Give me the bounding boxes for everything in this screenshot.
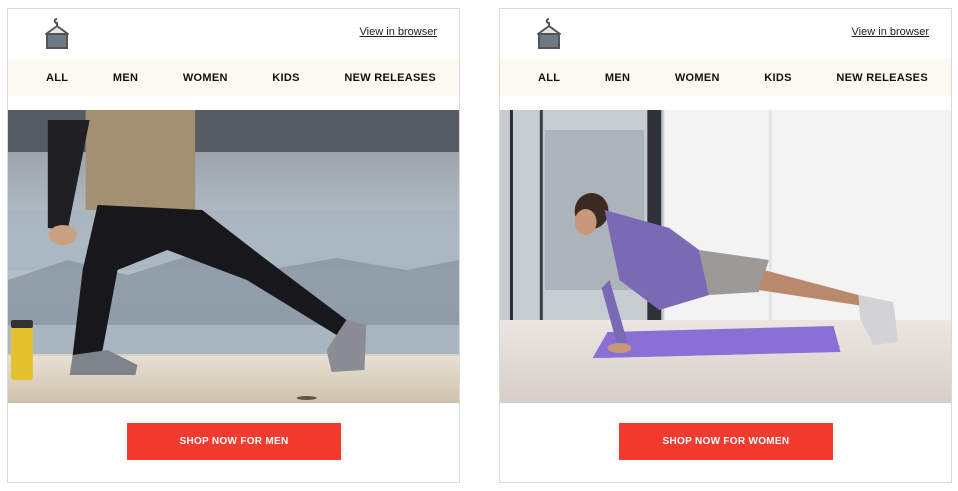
shop-now-women-button[interactable]: SHOP NOW FOR WOMEN bbox=[619, 423, 833, 460]
email-header: View in browser bbox=[8, 9, 459, 57]
nav-item-men[interactable]: MEN bbox=[605, 72, 630, 84]
nav-item-kids[interactable]: KIDS bbox=[764, 72, 791, 84]
email-card-men: View in browser ALL MEN WOMEN KIDS NEW R… bbox=[7, 8, 460, 483]
nav-item-new-releases[interactable]: NEW RELEASES bbox=[344, 72, 436, 84]
nav-item-all[interactable]: ALL bbox=[538, 72, 560, 84]
hero-image-man-stretching[interactable] bbox=[8, 110, 459, 403]
view-in-browser-link[interactable]: View in browser bbox=[852, 26, 929, 38]
nav-item-women[interactable]: WOMEN bbox=[675, 72, 720, 84]
hero-image-woman-plank[interactable] bbox=[500, 110, 951, 403]
nav-item-all[interactable]: ALL bbox=[46, 72, 68, 84]
hanger-logo-icon[interactable] bbox=[536, 17, 562, 51]
nav-item-women[interactable]: WOMEN bbox=[183, 72, 228, 84]
email-header: View in browser bbox=[500, 9, 951, 57]
nav-item-new-releases[interactable]: NEW RELEASES bbox=[836, 72, 928, 84]
category-nav: ALL MEN WOMEN KIDS NEW RELEASES bbox=[500, 59, 951, 96]
view-in-browser-link[interactable]: View in browser bbox=[360, 26, 437, 38]
category-nav: ALL MEN WOMEN KIDS NEW RELEASES bbox=[8, 59, 459, 96]
email-card-women: View in browser ALL MEN WOMEN KIDS NEW R… bbox=[499, 8, 952, 483]
hanger-logo-icon[interactable] bbox=[44, 17, 70, 51]
nav-item-men[interactable]: MEN bbox=[113, 72, 138, 84]
nav-item-kids[interactable]: KIDS bbox=[272, 72, 299, 84]
shop-now-men-button[interactable]: SHOP NOW FOR MEN bbox=[127, 423, 341, 460]
